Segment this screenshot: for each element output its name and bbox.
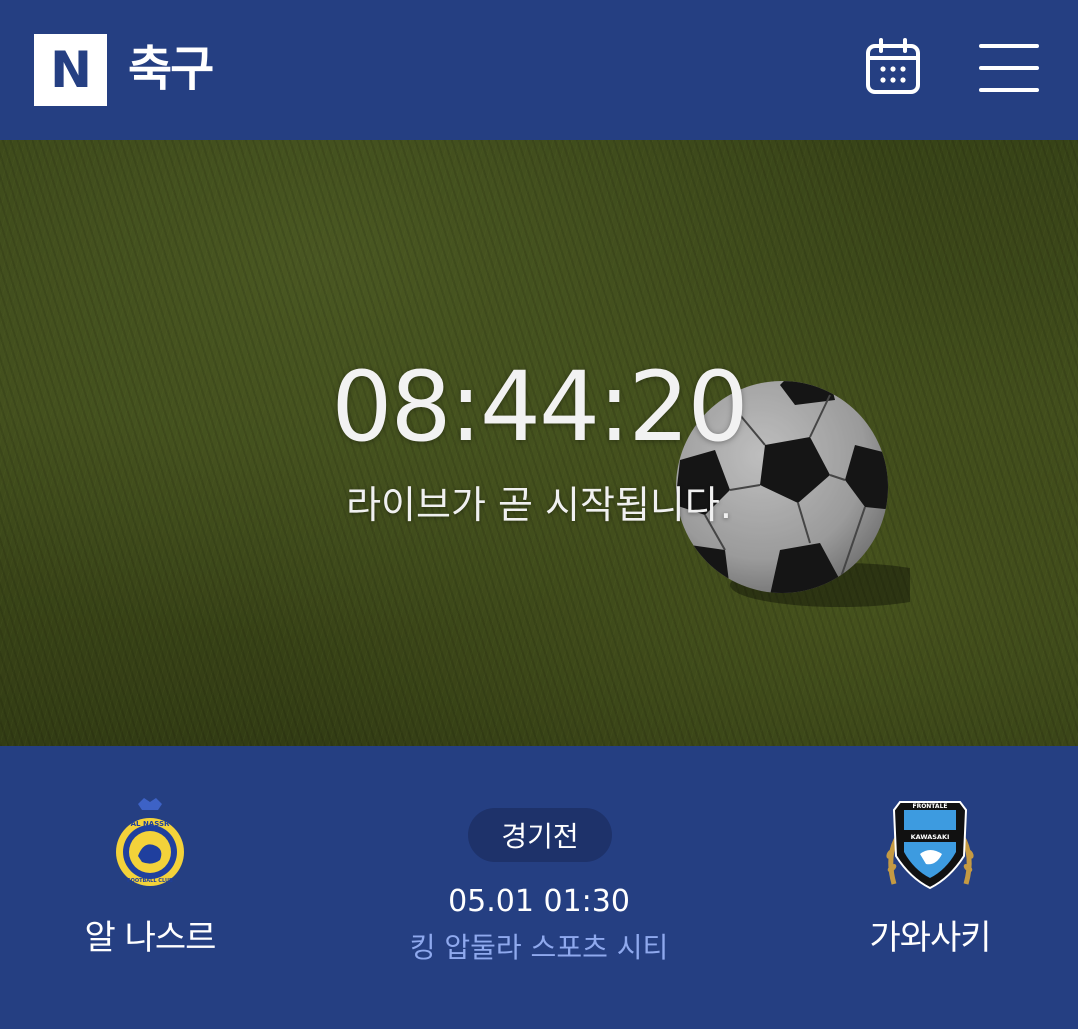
away-team-name: 가와사키 [869, 918, 991, 958]
live-start-message: 라이브가 곧 시작됩니다. [346, 483, 732, 527]
top-header: N 축구 [0, 0, 1078, 140]
svg-text:AL NASSR: AL NASSR [131, 820, 170, 828]
countdown-timer: 08:44:20 [331, 351, 748, 463]
naver-logo[interactable]: N [34, 34, 107, 106]
svg-text:FRONTALE: FRONTALE [912, 803, 947, 810]
live-preview-banner[interactable]: 08:44:20 라이브가 곧 시작됩니다. [0, 140, 1078, 746]
match-info-panel: AL NASSR FOOTBALL CLUB 알 나스르 경기전 05.01 0… [0, 746, 1078, 1029]
al-nassr-crest-icon: AL NASSR FOOTBALL CLUB [116, 798, 184, 886]
away-team[interactable]: FRONTALE KAWASAKI 가와사키 [810, 796, 1050, 960]
calendar-icon[interactable] [862, 36, 924, 98]
hamburger-menu-icon[interactable] [978, 40, 1040, 96]
match-status-badge: 경기전 [468, 808, 612, 862]
page-title: 축구 [128, 41, 214, 97]
svg-text:KAWASAKI: KAWASAKI [911, 833, 950, 841]
kawasaki-frontale-crest-icon: FRONTALE KAWASAKI [886, 801, 974, 890]
